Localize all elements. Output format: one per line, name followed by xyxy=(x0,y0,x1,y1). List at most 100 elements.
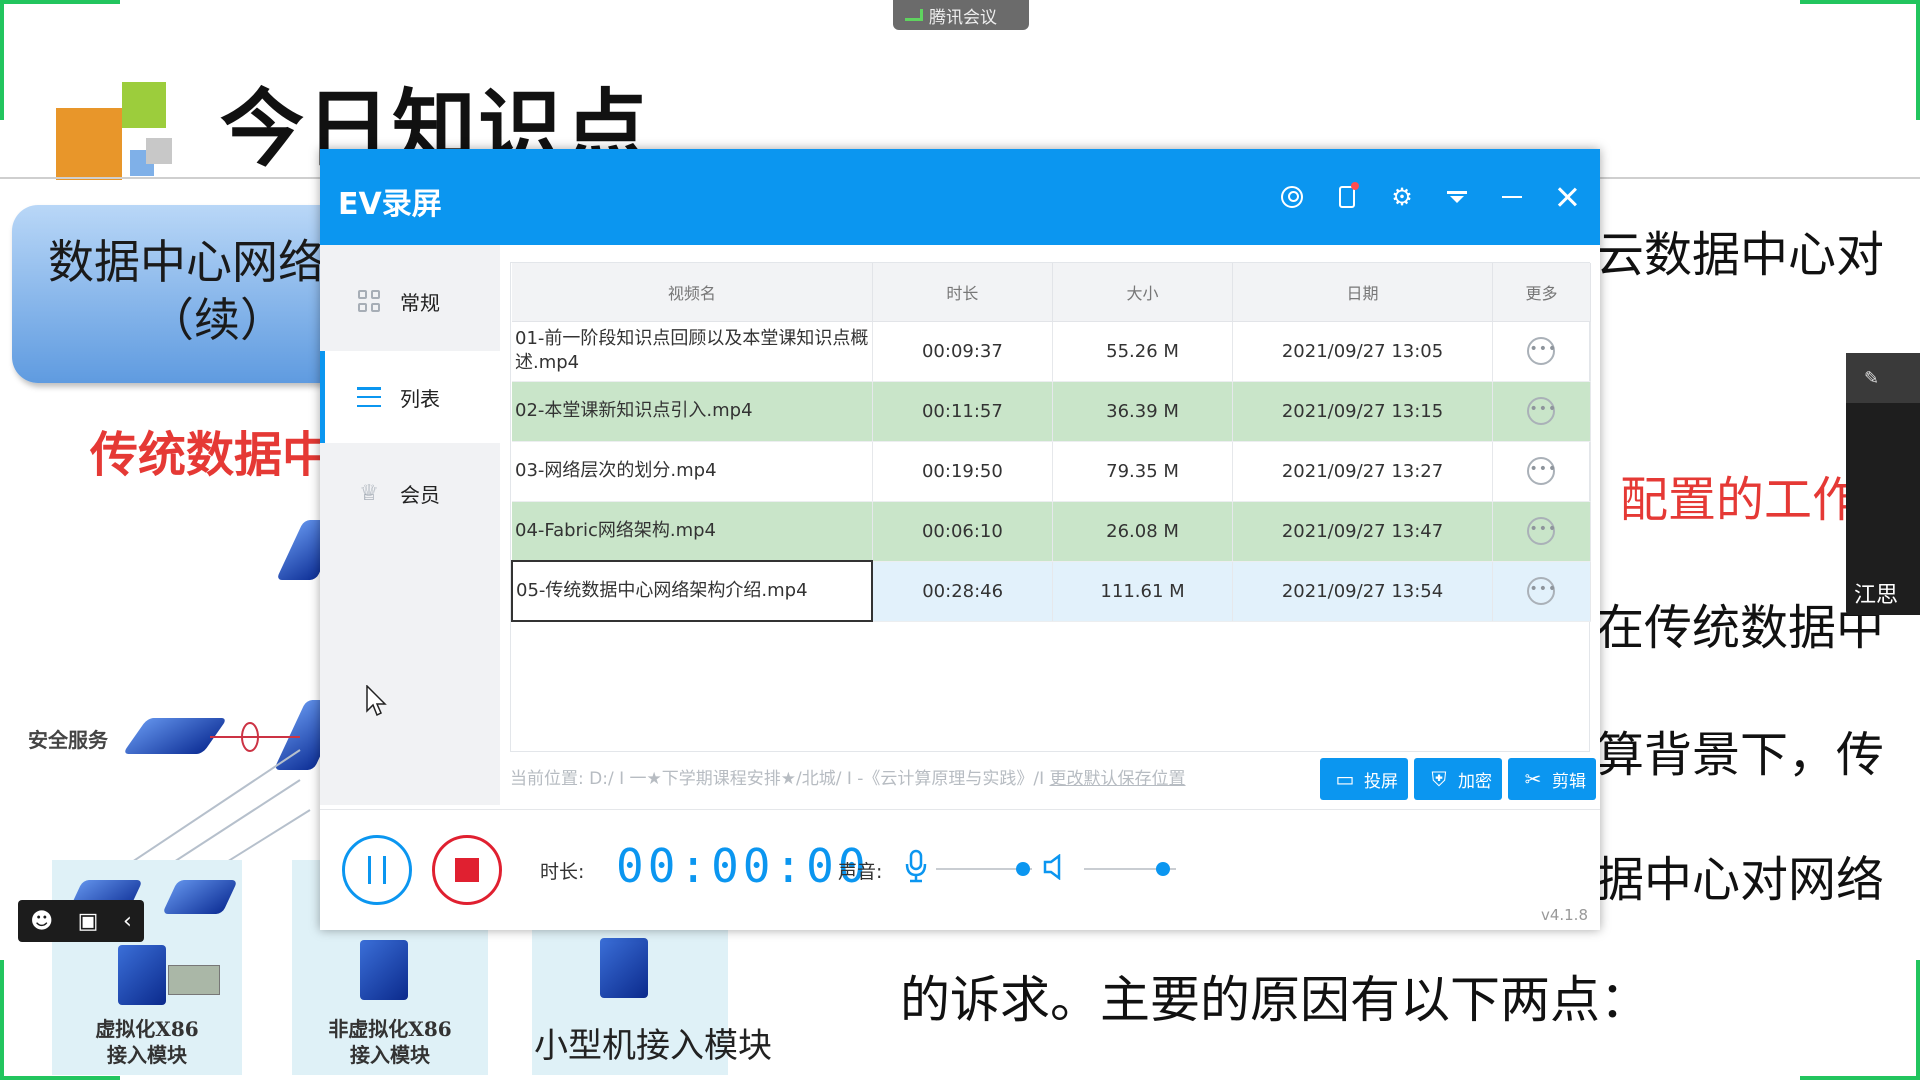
mic-volume-knob[interactable] xyxy=(1016,862,1030,876)
video-size: 79.35 M xyxy=(1052,441,1234,502)
column-header-size[interactable]: 大小 xyxy=(1052,263,1234,322)
speaker-volume-knob[interactable] xyxy=(1156,862,1170,876)
pause-button[interactable] xyxy=(342,835,412,905)
nav-label: 常规 xyxy=(400,290,440,315)
cast-label: 投屏 xyxy=(1364,771,1398,792)
video-tile-header: ✎ xyxy=(1846,353,1920,403)
slide-text-line: 的诉求。主要的原因有以下两点： xyxy=(900,971,1650,1029)
sound-label: 声音: xyxy=(838,861,883,883)
table-row-selected[interactable]: 05-传统数据中心网络架构介绍.mp4 00:28:46 111.61 M 20… xyxy=(510,560,1592,622)
emoji-icon[interactable]: ☻ xyxy=(30,909,53,934)
nav-label: 列表 xyxy=(400,386,440,411)
microphone-icon[interactable] xyxy=(904,849,928,883)
more-options-icon[interactable]: ••• xyxy=(1527,397,1556,425)
column-header-date[interactable]: 日期 xyxy=(1232,263,1493,322)
change-save-location-link[interactable]: 更改默认保存位置 xyxy=(1050,769,1186,789)
edit-label: 剪辑 xyxy=(1552,771,1586,792)
more-options-icon[interactable]: ••• xyxy=(1527,337,1556,365)
edit-button[interactable]: ✂ 剪辑 xyxy=(1508,758,1596,800)
screen-cast-icon: ▭ xyxy=(1335,767,1355,791)
close-icon[interactable] xyxy=(1549,179,1585,215)
server-icon xyxy=(600,938,648,998)
more-cell: ••• xyxy=(1492,561,1592,622)
module-label: 非虚拟化X86 接入模块 xyxy=(328,1017,452,1067)
video-name: 04-Fabric网络架构.mp4 xyxy=(512,501,873,562)
video-date: 2021/09/27 13:47 xyxy=(1232,501,1493,562)
grid-icon xyxy=(356,288,382,314)
phone-icon[interactable] xyxy=(1329,179,1365,215)
module-label: 小型机接入模块 xyxy=(534,1026,772,1066)
crown-icon: ♕ xyxy=(359,480,379,506)
mic-muted-icon: ✎ xyxy=(1864,367,1880,389)
user-icon[interactable] xyxy=(1274,179,1310,215)
participant-video-tile[interactable]: ✎ 江思 xyxy=(1846,353,1920,615)
cpu-icon xyxy=(168,965,220,995)
column-header-duration[interactable]: 时长 xyxy=(872,263,1053,322)
video-size: 111.61 M xyxy=(1052,561,1234,622)
server-icon xyxy=(360,940,408,1000)
encrypt-label: 加密 xyxy=(1458,771,1492,792)
meeting-badge[interactable]: 腾讯会议 xyxy=(893,0,1029,30)
divider xyxy=(320,809,1600,810)
app-title: EV录屏 xyxy=(338,187,442,222)
collapse-icon[interactable]: ‹ xyxy=(123,909,132,934)
pause-icon xyxy=(368,856,371,884)
dropdown-menu-icon[interactable] xyxy=(1439,179,1475,215)
video-duration: 00:11:57 xyxy=(872,381,1053,442)
frame-corner xyxy=(1916,0,1920,120)
ev-recorder-window: EV录屏 ⚙ 常规 列表 ♕ 会员 视频名 时长 大小 日期 更多 01-前一阶… xyxy=(320,149,1600,930)
more-options-icon[interactable]: ••• xyxy=(1527,457,1556,485)
more-options-icon[interactable]: ••• xyxy=(1527,577,1556,605)
scissors-icon: ✂ xyxy=(1524,767,1542,791)
titlebar[interactable]: EV录屏 ⚙ xyxy=(320,149,1600,245)
video-name[interactable]: 05-传统数据中心网络架构介绍.mp4 xyxy=(510,560,874,622)
video-date: 2021/09/27 13:15 xyxy=(1232,381,1493,442)
video-name: 02-本堂课新知识点引入.mp4 xyxy=(512,381,873,442)
version-label: v4.1.8 xyxy=(1540,906,1588,924)
more-cell: ••• xyxy=(1492,501,1592,562)
slide-text-line: 据中心对网络 xyxy=(1596,852,1885,908)
duration-label: 时长: xyxy=(540,861,585,883)
table-row[interactable]: 01-前一阶段知识点回顾以及本堂课知识点概述.mp4 00:09:37 55.2… xyxy=(512,321,1592,382)
table-row[interactable]: 03-网络层次的划分.mp4 00:19:50 79.35 M 2021/09/… xyxy=(512,441,1592,502)
server-icon xyxy=(118,945,166,1005)
video-duration: 00:06:10 xyxy=(872,501,1053,562)
speaker-icon[interactable] xyxy=(1042,854,1068,880)
meeting-reaction-bar: ☻ ▣ ‹ xyxy=(18,900,144,942)
nav-item-list[interactable]: 列表 xyxy=(320,351,500,443)
more-cell: ••• xyxy=(1492,441,1592,502)
video-table: 视频名 时长 大小 日期 更多 01-前一阶段知识点回顾以及本堂课知识点概述.m… xyxy=(510,263,1592,622)
more-options-icon[interactable]: ••• xyxy=(1527,517,1556,545)
frame-corner xyxy=(0,1076,120,1080)
video-size: 55.26 M xyxy=(1052,321,1234,382)
nav-label: 会员 xyxy=(400,482,440,507)
participant-name: 江思 xyxy=(1854,583,1899,608)
more-cell: ••• xyxy=(1492,381,1592,442)
table-row[interactable]: 04-Fabric网络架构.mp4 00:06:10 26.08 M 2021/… xyxy=(512,501,1592,562)
duration-timer: 00:00:00 xyxy=(616,839,870,893)
cast-button[interactable]: ▭ 投屏 xyxy=(1320,758,1408,800)
signal-icon xyxy=(905,9,923,21)
meeting-name: 腾讯会议 xyxy=(929,7,997,28)
video-date: 2021/09/27 13:05 xyxy=(1232,321,1493,382)
list-icon xyxy=(356,384,382,410)
nav-item-member[interactable]: ♕ 会员 xyxy=(320,447,500,539)
settings-icon[interactable]: ⚙ xyxy=(1384,179,1420,215)
video-list: 视频名 时长 大小 日期 更多 01-前一阶段知识点回顾以及本堂课知识点概述.m… xyxy=(510,262,1592,752)
chat-icon[interactable]: ▣ xyxy=(78,909,99,934)
frame-corner xyxy=(0,0,4,120)
slide-red-text: 配置的工作 xyxy=(1620,472,1861,528)
sidebar: 常规 列表 ♕ 会员 xyxy=(320,245,500,805)
minimize-icon[interactable] xyxy=(1494,179,1530,215)
topic-box: 数据中心网络 （续） xyxy=(12,205,372,383)
stop-button[interactable] xyxy=(432,835,502,905)
encrypt-button[interactable]: ⛨ 加密 xyxy=(1414,758,1502,800)
column-header-name[interactable]: 视频名 xyxy=(512,263,873,322)
module-label: 虚拟化X86 接入模块 xyxy=(95,1017,199,1067)
video-size: 26.08 M xyxy=(1052,501,1234,562)
slide-text-line: 在传统数据中 xyxy=(1596,600,1885,656)
nav-item-general[interactable]: 常规 xyxy=(320,255,500,347)
slide-text-line: 云数据中心对 xyxy=(1596,227,1885,283)
video-date: 2021/09/27 13:27 xyxy=(1232,441,1493,502)
table-row[interactable]: 02-本堂课新知识点引入.mp4 00:11:57 36.39 M 2021/0… xyxy=(512,381,1592,442)
